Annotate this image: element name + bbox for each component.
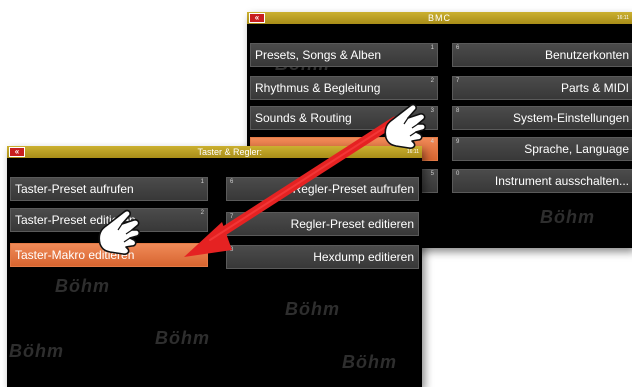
pointing-hand-icon [384, 103, 427, 149]
annotation-overlay [98, 103, 427, 257]
pointing-hand-icon [98, 209, 141, 255]
red-arrow-icon [184, 116, 400, 257]
